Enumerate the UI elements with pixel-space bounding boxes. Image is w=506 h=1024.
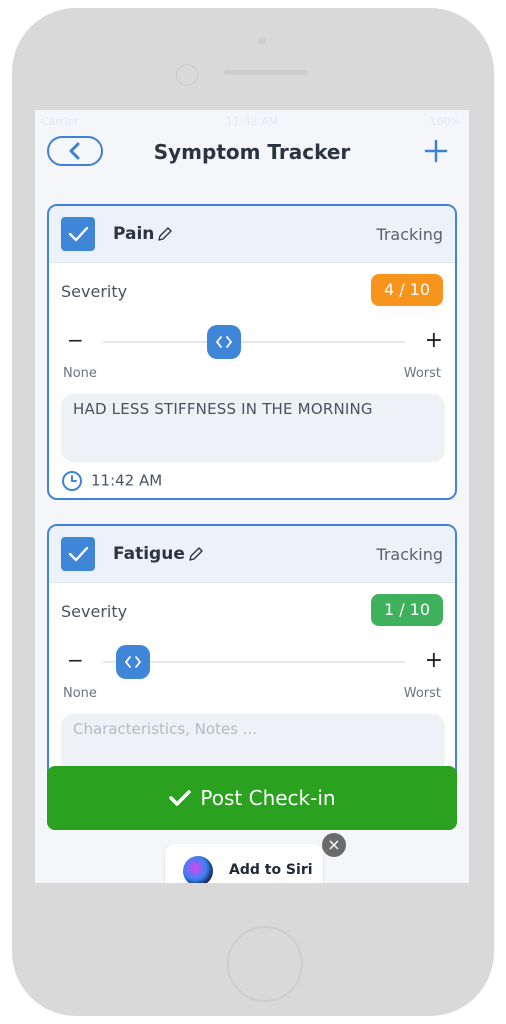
- symptom-header: Fatigue Tracking: [49, 526, 455, 583]
- symptom-card-pain: Pain Tracking Severity 4 / 10 − + None W…: [47, 204, 457, 500]
- pencil-icon[interactable]: [156, 225, 174, 243]
- sensor-dot: [258, 37, 266, 45]
- post-check-in-button[interactable]: Post Check-in: [47, 766, 457, 830]
- scale-min-label: None: [63, 366, 97, 381]
- checkmark-icon: [68, 226, 89, 242]
- plus-icon: [424, 139, 448, 163]
- checkmark-icon: [68, 546, 89, 562]
- symptom-name[interactable]: Pain: [113, 224, 174, 244]
- scale-max-label: Worst: [403, 686, 441, 701]
- severity-label: Severity: [61, 282, 128, 301]
- drag-handle-icon: [125, 656, 142, 668]
- symptom-name-label: Fatigue: [113, 544, 185, 564]
- pencil-icon[interactable]: [187, 545, 205, 563]
- severity-badge: 4 / 10: [371, 274, 443, 306]
- tracking-status: Tracking: [376, 545, 443, 564]
- symptom-checkbox[interactable]: [61, 217, 95, 251]
- clock-icon: [62, 471, 82, 491]
- symptom-name-label: Pain: [113, 224, 155, 244]
- app-screen: Carrier 11:42 AM 100% Symptom Tracker Pa…: [35, 110, 469, 883]
- home-button[interactable]: [227, 926, 303, 1002]
- navigation-bar: Symptom Tracker: [35, 132, 469, 178]
- notes-field[interactable]: HAD LESS STIFFNESS IN THE MORNING: [61, 394, 445, 462]
- checkmark-icon: [169, 790, 192, 806]
- back-button[interactable]: [47, 136, 103, 166]
- chevron-left-icon: [69, 142, 80, 160]
- decrease-button[interactable]: −: [67, 648, 84, 672]
- add-to-siri-label: Add to Siri: [229, 862, 313, 878]
- add-to-siri-button[interactable]: Add to Siri: [165, 844, 323, 883]
- increase-button[interactable]: +: [425, 648, 443, 673]
- slider-thumb[interactable]: [206, 325, 241, 359]
- post-check-in-label: Post Check-in: [200, 786, 336, 810]
- severity-label: Severity: [61, 602, 128, 621]
- add-symptom-button[interactable]: [423, 138, 449, 164]
- severity-slider[interactable]: − +: [49, 324, 455, 360]
- entry-time-label: 11:42 AM: [91, 471, 163, 490]
- close-icon[interactable]: ×: [322, 833, 346, 857]
- scale-min-label: None: [63, 686, 97, 701]
- battery-indicator: 100%: [429, 115, 461, 128]
- symptom-name[interactable]: Fatigue: [113, 544, 205, 564]
- notes-text: HAD LESS STIFFNESS IN THE MORNING: [73, 400, 373, 418]
- slider-track[interactable]: [103, 341, 405, 343]
- symptom-header: Pain Tracking: [49, 206, 455, 263]
- siri-icon: [183, 856, 213, 883]
- notes-placeholder: Characteristics, Notes ...: [73, 720, 258, 738]
- slider-thumb[interactable]: [116, 645, 151, 679]
- status-bar: Carrier 11:42 AM 100%: [35, 110, 469, 132]
- drag-handle-icon: [215, 336, 232, 348]
- entry-time: 11:42 AM: [61, 470, 162, 492]
- symptom-checkbox[interactable]: [61, 537, 95, 571]
- severity-slider[interactable]: − +: [49, 644, 455, 680]
- scale-max-label: Worst: [403, 366, 441, 381]
- severity-badge: 1 / 10: [371, 594, 443, 626]
- earpiece-speaker: [224, 70, 308, 75]
- symptom-card-fatigue: Fatigue Tracking Severity 1 / 10 − + Non…: [47, 524, 457, 804]
- increase-button[interactable]: +: [425, 328, 443, 353]
- decrease-button[interactable]: −: [67, 328, 84, 352]
- tracking-status: Tracking: [376, 225, 443, 244]
- status-time: 11:42 AM: [225, 115, 279, 128]
- front-camera: [176, 64, 198, 86]
